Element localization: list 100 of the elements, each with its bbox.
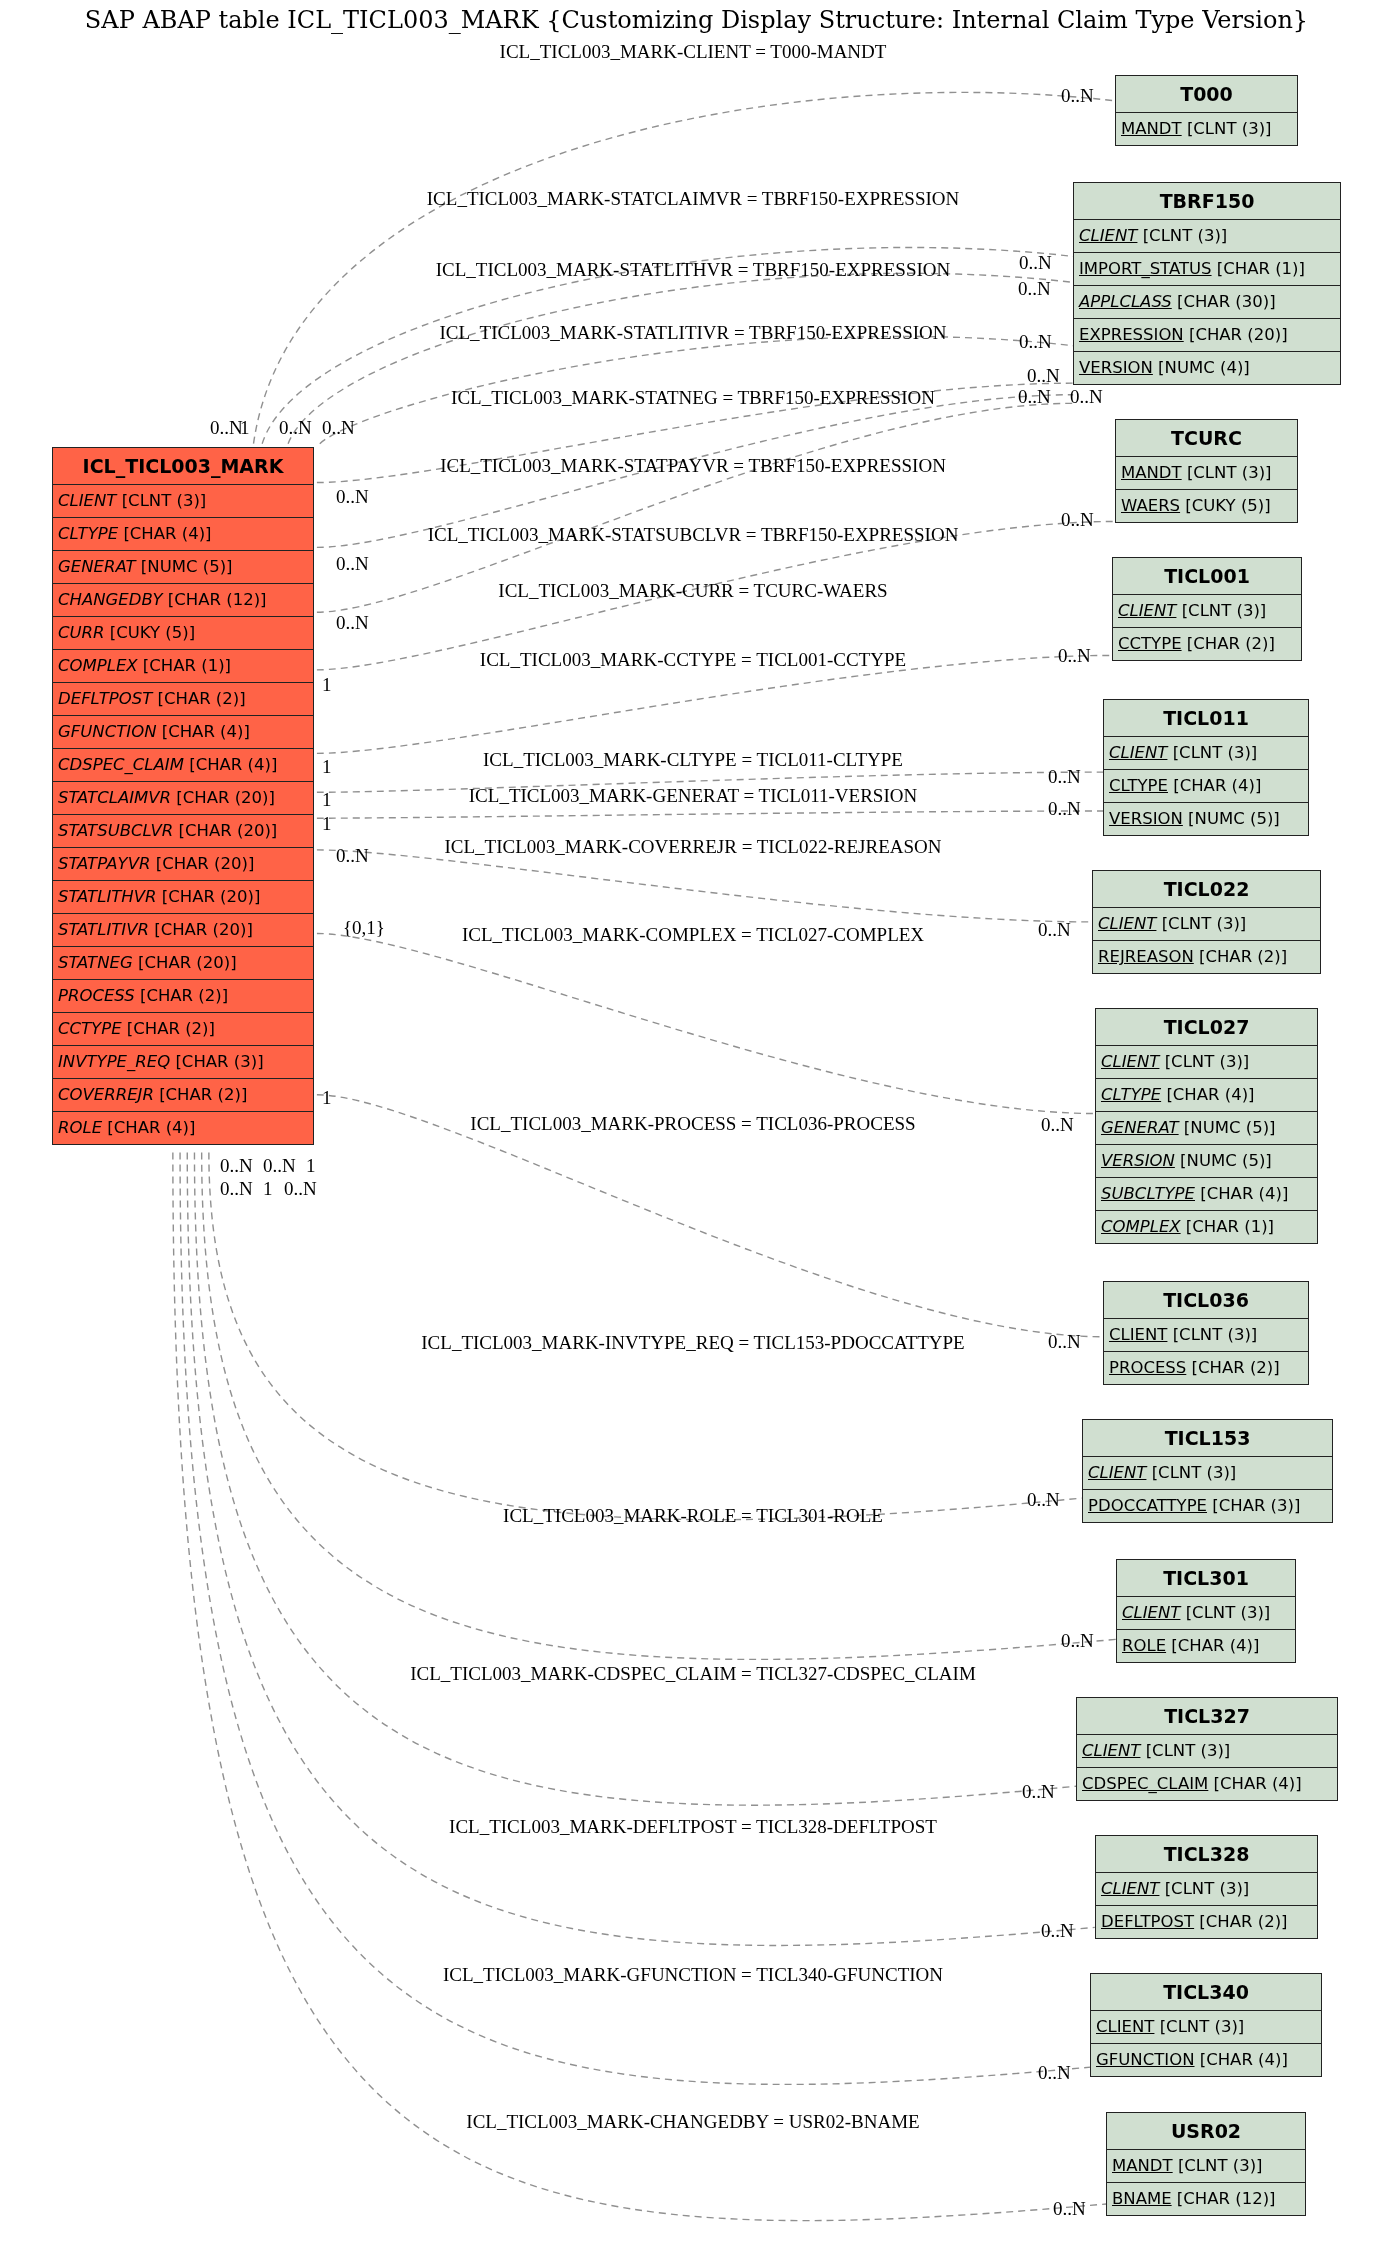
table-header: TICL027 xyxy=(1096,1009,1317,1046)
table-field: COVERREJR [CHAR (2)] xyxy=(53,1079,313,1112)
relation-label: ICL_TICL003_MARK-DEFLTPOST = TICL328-DEFLTPOST xyxy=(449,1816,937,1838)
table-header: TICL340 xyxy=(1091,1974,1321,2011)
table-field: IMPORT_STATUS [CHAR (1)] xyxy=(1074,253,1340,286)
relation-label: ICL_TICL003_MARK-ROLE = TICL301-ROLE xyxy=(503,1505,883,1527)
relation-label: ICL_TICL003_MARK-INVTYPE_REQ = TICL153-PDOCCATTYPE xyxy=(421,1332,965,1354)
table-header: TICL011 xyxy=(1104,700,1308,737)
table-header: TICL301 xyxy=(1117,1560,1295,1597)
table-field: CLIENT [CLNT (3)] xyxy=(1077,1735,1337,1768)
table-field: STATLITHVR [CHAR (20)] xyxy=(53,881,313,914)
relation-label: ICL_TICL003_MARK-CURR = TCURC-WAERS xyxy=(498,580,888,602)
table-field: PDOCCATTYPE [CHAR (3)] xyxy=(1083,1490,1332,1522)
cardinality-label: 0..N xyxy=(336,553,369,575)
cardinality-label: 0..N xyxy=(1061,509,1094,531)
table-field: INVTYPE_REQ [CHAR (3)] xyxy=(53,1046,313,1079)
relation-label: ICL_TICL003_MARK-CHANGEDBY = USR02-BNAME xyxy=(466,2111,920,2133)
table-header: TICL036 xyxy=(1104,1282,1308,1319)
table-field: PROCESS [CHAR (2)] xyxy=(53,980,313,1013)
table-header: TICL153 xyxy=(1083,1420,1332,1457)
table-field: ROLE [CHAR (4)] xyxy=(53,1112,313,1144)
cardinality-label: 0..N xyxy=(336,845,369,867)
table-header: TBRF150 xyxy=(1074,183,1340,220)
diagram-title: SAP ABAP table ICL_TICL003_MARK {Customizing Display Structure: Internal Claim Type Version} xyxy=(83,6,1310,34)
table-field: CLTYPE [CHAR (4)] xyxy=(53,518,313,551)
cardinality-label: 0..N xyxy=(1019,252,1052,274)
relation-label: ICL_TICL003_MARK-CLTYPE = TICL011-CLTYPE xyxy=(483,749,903,771)
cardinality-label: 0..N xyxy=(284,1178,317,1200)
table-field: VERSION [NUMC (5)] xyxy=(1104,803,1308,835)
table-field: APPLCLASS [CHAR (30)] xyxy=(1074,286,1340,319)
table-field: CLIENT [CLNT (3)] xyxy=(1074,220,1340,253)
table-field: CLIENT [CLNT (3)] xyxy=(1096,1046,1317,1079)
relation-label: ICL_TICL003_MARK-COMPLEX = TICL027-COMPLEX xyxy=(461,924,925,946)
cardinality-label: 1 xyxy=(263,1178,273,1200)
relation-label: ICL_TICL003_MARK-STATSUBCLVR = TBRF150-EXPRESSION xyxy=(427,524,959,546)
table-field: DEFLTPOST [CHAR (2)] xyxy=(1096,1906,1317,1938)
cardinality-label: 0..N xyxy=(263,1155,296,1177)
table-field: CLIENT [CLNT (3)] xyxy=(1093,908,1320,941)
table-field: WAERS [CUKY (5)] xyxy=(1116,490,1297,522)
cardinality-label: 0..N xyxy=(220,1155,253,1177)
cardinality-label: 0..N xyxy=(1048,798,1081,820)
table-field: MANDT [CLNT (3)] xyxy=(1116,457,1297,490)
table-field: MANDT [CLNT (3)] xyxy=(1107,2150,1305,2183)
table-header: TICL022 xyxy=(1093,871,1320,908)
cardinality-label: 0..N xyxy=(1041,1114,1074,1136)
table-header: TICL001 xyxy=(1113,558,1301,595)
table-field: CHANGEDBY [CHAR (12)] xyxy=(53,584,313,617)
relation-label: ICL_TICL003_MARK-CCTYPE = TICL001-CCTYPE xyxy=(479,649,907,671)
table-field: MANDT [CLNT (3)] xyxy=(1116,113,1297,145)
table-header: TCURC xyxy=(1116,420,1297,457)
cardinality-label: {0,1} xyxy=(343,917,385,939)
table-field: CURR [CUKY (5)] xyxy=(53,617,313,650)
cardinality-label: 0..N xyxy=(1019,331,1052,353)
cardinality-label: 0..N xyxy=(210,417,243,439)
cardinality-label: 1 xyxy=(322,813,332,835)
cardinality-label: 1 xyxy=(306,1155,316,1177)
cardinality-label: 0..N xyxy=(1048,1331,1081,1353)
relation-label: ICL_TICL003_MARK-STATPAYVR = TBRF150-EXPRESSION xyxy=(440,455,946,477)
cardinality-label: 0..N xyxy=(1022,1781,1055,1803)
table-field: ROLE [CHAR (4)] xyxy=(1117,1630,1295,1662)
table-field: CLIENT [CLNT (3)] xyxy=(1104,737,1308,770)
table-field: STATCLAIMVR [CHAR (20)] xyxy=(53,782,313,815)
relation-label: ICL_TICL003_MARK-PROCESS = TICL036-PROCESS xyxy=(470,1113,916,1135)
relation-label: ICL_TICL003_MARK-CDSPEC_CLAIM = TICL327-CDSPEC_CLAIM xyxy=(410,1663,976,1685)
table-field: BNAME [CHAR (12)] xyxy=(1107,2183,1305,2215)
cardinality-label: 1 xyxy=(322,1087,332,1109)
cardinality-label: 0..N xyxy=(1058,645,1091,667)
table-field: CLTYPE [CHAR (4)] xyxy=(1104,770,1308,803)
relation-label: ICL_TICL003_MARK-STATLITHVR = TBRF150-EXPRESSION xyxy=(435,259,951,281)
cardinality-label: 0..N xyxy=(220,1178,253,1200)
table-field: STATLITIVR [CHAR (20)] xyxy=(53,914,313,947)
table-header: T000 xyxy=(1116,76,1297,113)
cardinality-label: 0..N xyxy=(1070,386,1103,408)
cardinality-label: 0..N xyxy=(1038,919,1071,941)
table-field: GFUNCTION [CHAR (4)] xyxy=(1091,2044,1321,2076)
relation-label: ICL_TICL003_MARK-STATLITIVR = TBRF150-EXPRESSION xyxy=(439,322,947,344)
table-field: CLIENT [CLNT (3)] xyxy=(1096,1873,1317,1906)
cardinality-label: 0..N xyxy=(322,417,355,439)
cardinality-label: 1 xyxy=(240,417,250,439)
table-field: PROCESS [CHAR (2)] xyxy=(1104,1352,1308,1384)
table-field: CLIENT [CLNT (3)] xyxy=(1113,595,1301,628)
cardinality-label: 0..N xyxy=(1048,766,1081,788)
table-header: ICL_TICL003_MARK xyxy=(53,448,313,485)
cardinality-label: 1 xyxy=(322,756,332,778)
table-field: CLIENT [CLNT (3)] xyxy=(1117,1597,1295,1630)
table-field: COMPLEX [CHAR (1)] xyxy=(53,650,313,683)
cardinality-label: 0..N xyxy=(336,486,369,508)
relation-label: ICL_TICL003_MARK-STATCLAIMVR = TBRF150-EXPRESSION xyxy=(426,188,960,210)
cardinality-label: 0..N xyxy=(1061,1630,1094,1652)
table-field: CCTYPE [CHAR (2)] xyxy=(1113,628,1301,660)
table-field: EXPRESSION [CHAR (20)] xyxy=(1074,319,1340,352)
table-field: STATNEG [CHAR (20)] xyxy=(53,947,313,980)
relation-label: ICL_TICL003_MARK-COVERREJR = TICL022-REJREASON xyxy=(444,836,942,858)
cardinality-label: 0..N xyxy=(1041,1920,1074,1942)
table-field: CLIENT [CLNT (3)] xyxy=(1104,1319,1308,1352)
relation-label: ICL_TICL003_MARK-GENERAT = TICL011-VERSION xyxy=(468,785,918,807)
cardinality-label: 1 xyxy=(322,674,332,696)
table-field: CLTYPE [CHAR (4)] xyxy=(1096,1079,1317,1112)
table-field: REJREASON [CHAR (2)] xyxy=(1093,941,1320,973)
table-field: STATSUBCLVR [CHAR (20)] xyxy=(53,815,313,848)
